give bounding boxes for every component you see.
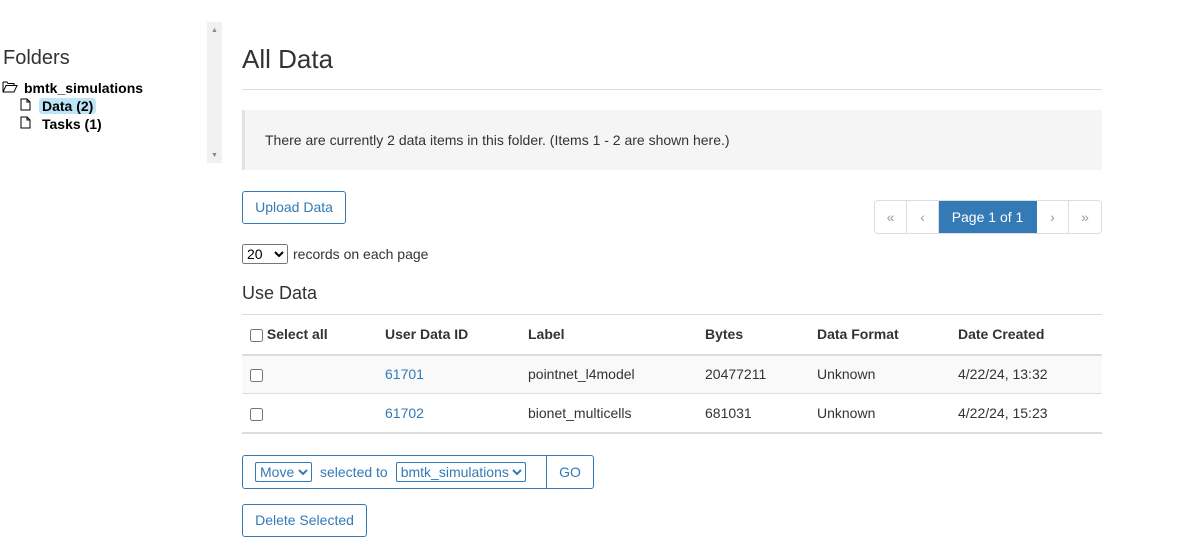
folder-sidebar: Folders bmtk_simulations Data (2) Tasks … [0, 22, 222, 163]
bulk-action-bar: Move selected to bmtk_simulations GO [242, 455, 594, 489]
records-per-page-select[interactable]: 20 [242, 244, 288, 264]
scroll-down-arrow-icon[interactable]: ▼ [207, 151, 222, 161]
select-all-header: Select all [242, 314, 377, 356]
data-format-cell: Unknown [809, 354, 950, 394]
column-header-label: Label [520, 314, 697, 356]
folder-open-icon [2, 80, 18, 96]
file-icon [20, 98, 31, 114]
user-data-id-cell: 61702 [377, 393, 520, 434]
pagination-next-button[interactable]: › [1037, 201, 1069, 233]
records-per-page-label: records on each page [293, 246, 429, 262]
folders-heading: Folders [3, 47, 70, 69]
table-row: 61702 bionet_multicells 681031 Unknown 4… [242, 393, 1102, 434]
page-title: All Data [242, 44, 334, 74]
table-row: 61701 pointnet_l4model 20477211 Unknown … [242, 354, 1102, 394]
label-cell: bionet_multicells [520, 393, 697, 434]
column-header-user-data-id: User Data ID [377, 314, 520, 356]
use-data-heading: Use Data [242, 283, 318, 303]
row-checkbox[interactable] [250, 369, 263, 383]
pagination-prev-button[interactable]: ‹ [907, 201, 939, 233]
table-header-row: Select all User Data ID Label Bytes Data… [242, 314, 1102, 356]
pagination-first-button[interactable]: « [875, 201, 907, 233]
date-created-cell: 4/22/24, 13:32 [950, 354, 1102, 394]
column-header-bytes: Bytes [697, 314, 809, 356]
go-button[interactable]: GO [547, 455, 594, 489]
folder-info-message: There are currently 2 data items in this… [242, 110, 1102, 170]
select-all-label: Select all [266, 326, 328, 343]
folder-tree-panel: Folders bmtk_simulations Data (2) Tasks … [0, 22, 206, 163]
tree-item-label: Data (2) [39, 98, 97, 114]
delete-selected-button[interactable]: Delete Selected [242, 504, 367, 537]
user-data-id-link[interactable]: 61702 [385, 405, 424, 421]
title-divider [242, 89, 1102, 90]
tree-root-bmtk-simulations[interactable]: bmtk_simulations [2, 80, 143, 96]
bytes-cell: 681031 [697, 393, 809, 434]
file-icon [20, 116, 31, 132]
select-all-checkbox[interactable] [250, 329, 263, 343]
data-format-cell: Unknown [809, 393, 950, 434]
row-checkbox[interactable] [250, 407, 263, 421]
column-header-date-created: Date Created [950, 314, 1102, 356]
scroll-up-arrow-icon[interactable]: ▲ [207, 26, 222, 36]
row-select-cell [242, 354, 377, 394]
bytes-cell: 20477211 [697, 354, 809, 394]
bulk-operation-select[interactable]: Move [255, 462, 312, 482]
tree-item-tasks[interactable]: Tasks (1) [20, 116, 105, 132]
pagination: « ‹ Page 1 of 1 › » [874, 200, 1102, 234]
user-data-id-link[interactable]: 61701 [385, 366, 424, 382]
records-per-page: 20 records on each page [242, 244, 428, 264]
date-created-cell: 4/22/24, 15:23 [950, 393, 1102, 434]
pagination-last-button[interactable]: » [1069, 201, 1101, 233]
upload-data-button[interactable]: Upload Data [242, 191, 346, 224]
selected-to-label: selected to [320, 464, 388, 480]
target-folder-select[interactable]: bmtk_simulations [395, 462, 526, 482]
user-data-id-cell: 61701 [377, 354, 520, 394]
column-header-data-format: Data Format [809, 314, 950, 356]
label-cell: pointnet_l4model [520, 354, 697, 394]
tree-item-data[interactable]: Data (2) [20, 98, 97, 114]
row-select-cell [242, 393, 377, 434]
select-all-control[interactable]: Select all [250, 326, 328, 342]
sidebar-scrollbar[interactable]: ▲ ▼ [207, 22, 222, 163]
tree-item-label: Tasks (1) [42, 116, 102, 132]
data-table: Select all User Data ID Label Bytes Data… [242, 314, 1102, 434]
tree-root-label: bmtk_simulations [24, 80, 144, 96]
pagination-current-page[interactable]: Page 1 of 1 [939, 201, 1037, 233]
bulk-action-form: Move selected to bmtk_simulations [242, 455, 547, 489]
